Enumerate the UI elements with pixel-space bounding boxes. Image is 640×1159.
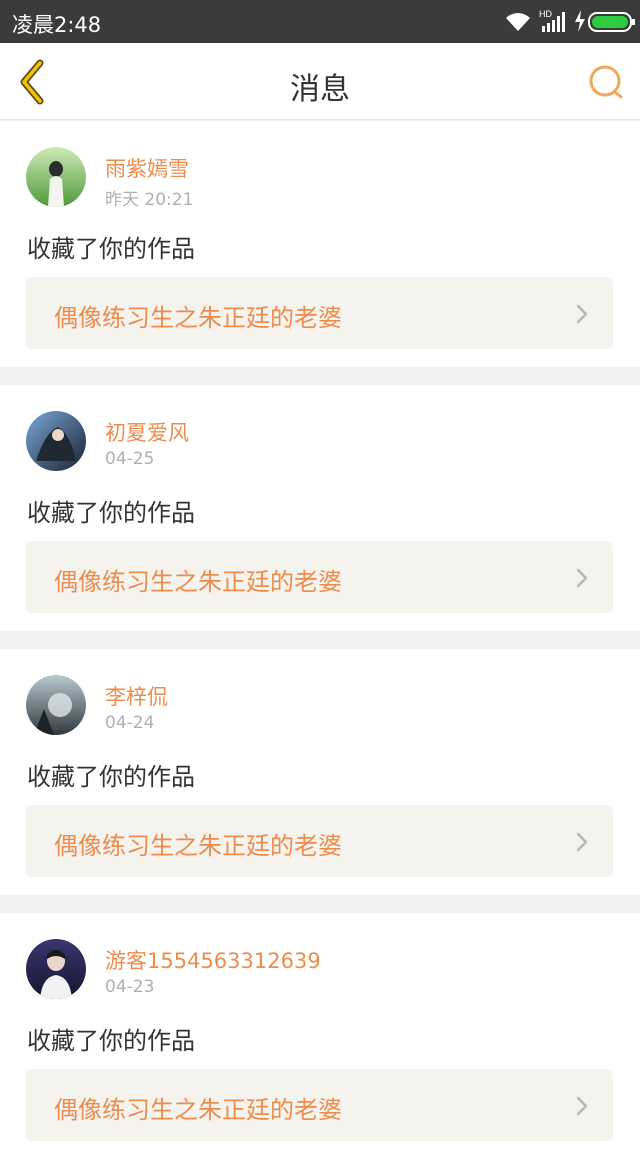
message-text: 收藏了你的作品	[27, 763, 195, 791]
chevron-right-icon	[576, 1096, 588, 1116]
chevron-right-icon	[576, 832, 588, 852]
wifi-icon	[506, 13, 530, 31]
page-title: 消息	[290, 72, 350, 107]
chevron-right-icon	[576, 304, 588, 324]
message-text: 收藏了你的作品	[27, 499, 195, 527]
work-title: 偶像练习生之朱正廷的老婆	[54, 568, 342, 596]
message-time: 昨天 20:21	[105, 190, 194, 210]
message-text: 收藏了你的作品	[27, 1027, 195, 1055]
message-time: 04-25	[105, 449, 155, 469]
search-icon	[589, 65, 623, 99]
work-title: 偶像练习生之朱正廷的老婆	[54, 832, 342, 860]
work-link[interactable]: 偶像练习生之朱正廷的老婆	[26, 1069, 613, 1141]
work-link[interactable]: 偶像练习生之朱正廷的老婆	[26, 541, 613, 613]
username[interactable]: 雨紫嫣雪	[105, 153, 189, 183]
nav-bar: 消息	[0, 43, 640, 120]
status-icons: HD	[506, 8, 635, 34]
avatar[interactable]	[26, 411, 86, 471]
charging-icon	[575, 10, 585, 32]
work-link[interactable]: 偶像练习生之朱正廷的老婆	[26, 277, 613, 349]
status-time: 凌晨2:48	[12, 13, 102, 37]
message-time: 04-23	[105, 977, 155, 997]
username[interactable]: 李梓侃	[105, 681, 168, 711]
chevron-right-icon	[576, 568, 588, 588]
svg-text:HD: HD	[539, 9, 552, 19]
message-card: 游客1554563312639 04-23 收藏了你的作品 偶像练习生之朱正廷的…	[0, 913, 640, 1159]
work-title: 偶像练习生之朱正廷的老婆	[54, 304, 342, 332]
search-button[interactable]	[586, 62, 626, 102]
status-bar: 凌晨2:48 HD	[0, 0, 640, 43]
message-time: 04-24	[105, 713, 155, 733]
message-card: 李梓侃 04-24 收藏了你的作品 偶像练习生之朱正廷的老婆	[0, 649, 640, 895]
message-card: 雨紫嫣雪 昨天 20:21 收藏了你的作品 偶像练习生之朱正廷的老婆	[0, 121, 640, 367]
message-card: 初夏爱风 04-25 收藏了你的作品 偶像练习生之朱正廷的老婆	[0, 385, 640, 631]
username[interactable]: 游客1554563312639	[105, 945, 321, 975]
work-link[interactable]: 偶像练习生之朱正廷的老婆	[26, 805, 613, 877]
username[interactable]: 初夏爱风	[105, 417, 189, 447]
hd-signal-icon: HD	[539, 9, 565, 32]
avatar[interactable]	[26, 147, 86, 207]
avatar[interactable]	[26, 939, 86, 999]
battery-icon	[588, 12, 635, 32]
work-title: 偶像练习生之朱正廷的老婆	[54, 1096, 342, 1124]
avatar[interactable]	[26, 675, 86, 735]
message-text: 收藏了你的作品	[27, 235, 195, 263]
